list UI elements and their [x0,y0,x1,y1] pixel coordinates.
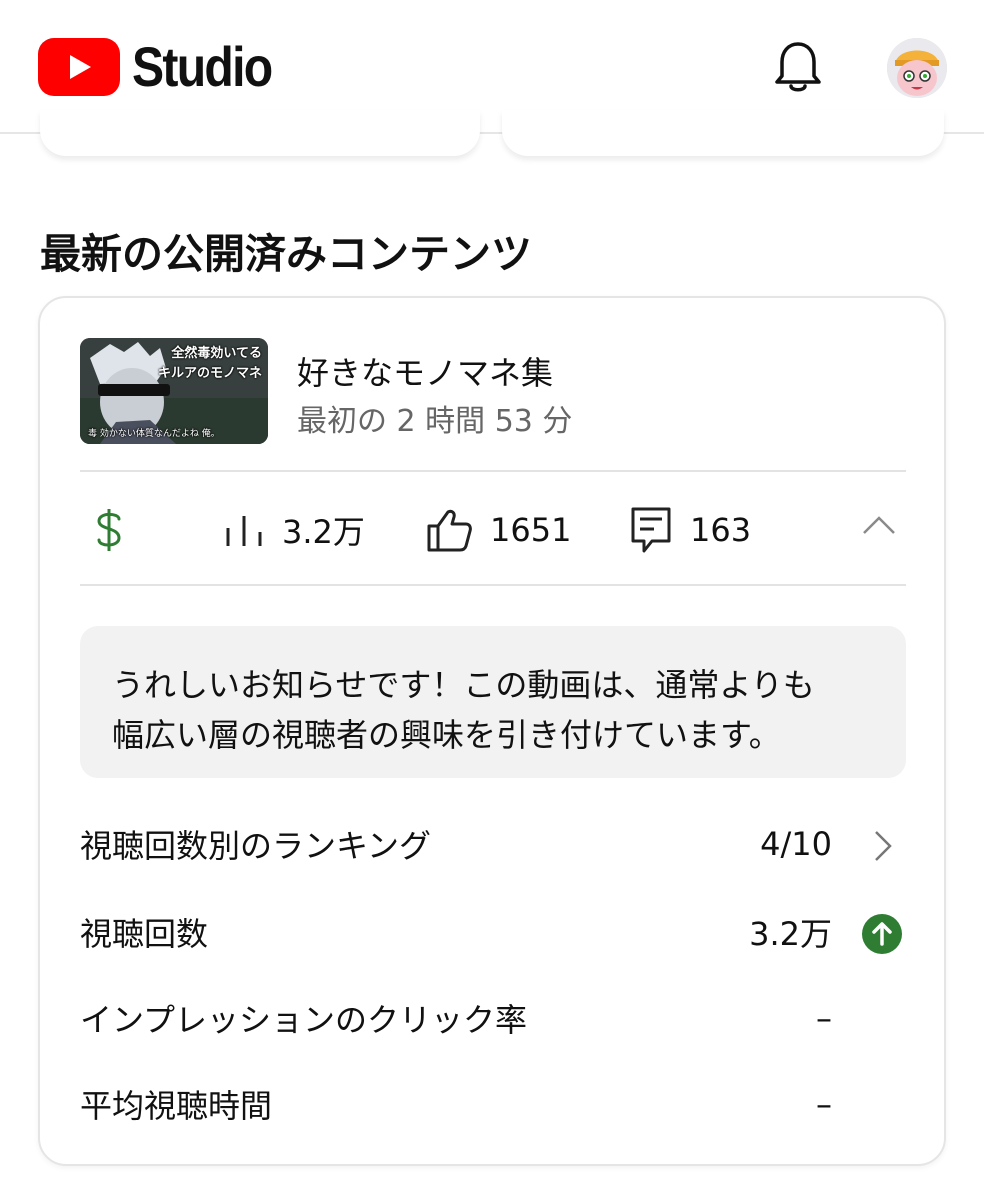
metric-value: 4/10 [760,825,832,863]
thumbnail-caption-line2: キルアのモノマネ [157,366,262,381]
metric-row-avg-view-duration[interactable]: 平均視聴時間 – [80,1074,906,1134]
insight-notice: うれしいお知らせです！この動画は、通常よりも 幅広い層の視聴者の興味を引き付けて… [80,626,906,778]
latest-content-card: 全然毒効いてる キルアのモノマネ 毒 効かない体質なんだよね 俺。 好きなモノマ… [38,296,946,1166]
metric-label: 平均視聴時間 [80,1087,273,1125]
thumbnail-caption-line1: 全然毒効いてる [171,346,262,361]
metric-label: 視聴回数 [80,915,209,953]
video-thumbnail[interactable]: 全然毒効いてる キルアのモノマネ 毒 効かない体質なんだよね 俺。 [80,338,268,444]
monetization-status[interactable] [94,474,124,586]
metric-value: – [816,1085,832,1123]
bar-chart-icon [226,516,262,546]
summary-card-left [40,110,480,156]
stats-row: 3.2万 1651 163 [80,474,906,586]
chevron-right-icon [862,826,902,866]
views-stat[interactable]: 3.2万 [224,474,365,586]
metric-label: インプレッションのクリック率 [80,1001,528,1039]
avatar[interactable] [887,38,947,98]
bell-icon[interactable] [774,40,822,94]
youtube-studio-screen: Studio 最新の公開済みコンテンツ 全然毒効いてる キルアのモノマネ 毒 効… [0,0,984,1200]
app-title: Studio [132,35,273,98]
studio-logo[interactable]: Studio [38,38,294,96]
metric-row-ranking[interactable]: 視聴回数別のランキング 4/10 [80,814,906,874]
summary-card-right [502,110,944,156]
comments-stat[interactable]: 163 [630,474,751,586]
notice-line1: うれしいお知らせです！この動画は、通常よりも [112,666,815,704]
comments-value: 163 [690,511,752,549]
divider [80,470,906,472]
metric-value: – [816,999,832,1037]
metric-value: 3.2万 [749,915,832,953]
divider [80,584,906,586]
video-title[interactable]: 好きなモノマネ集 [297,348,553,394]
metric-row-views[interactable]: 視聴回数 3.2万 [80,902,906,962]
likes-value: 1651 [490,511,572,549]
video-period: 最初の 2 時間 53 分 [297,404,573,439]
section-title: 最新の公開済みコンテンツ [40,230,532,278]
notice-line2: 幅広い層の視聴者の興味を引き付けています。 [112,716,781,754]
thumbs-up-icon [427,509,472,552]
views-value: 3.2万 [282,513,365,551]
metric-label: 視聴回数別のランキング [80,827,432,865]
metric-row-ctr[interactable]: インプレッションのクリック率 – [80,988,906,1048]
likes-stat[interactable]: 1651 [426,474,571,586]
arrow-up-circle-icon [862,914,902,954]
youtube-play-logo-icon [38,38,120,96]
comment-icon [631,507,671,553]
dollar-icon [97,509,121,551]
thumbnail-subtitle: 毒 効かない体質なんだよね 俺。 [88,429,220,439]
chevron-up-icon[interactable] [862,514,896,540]
